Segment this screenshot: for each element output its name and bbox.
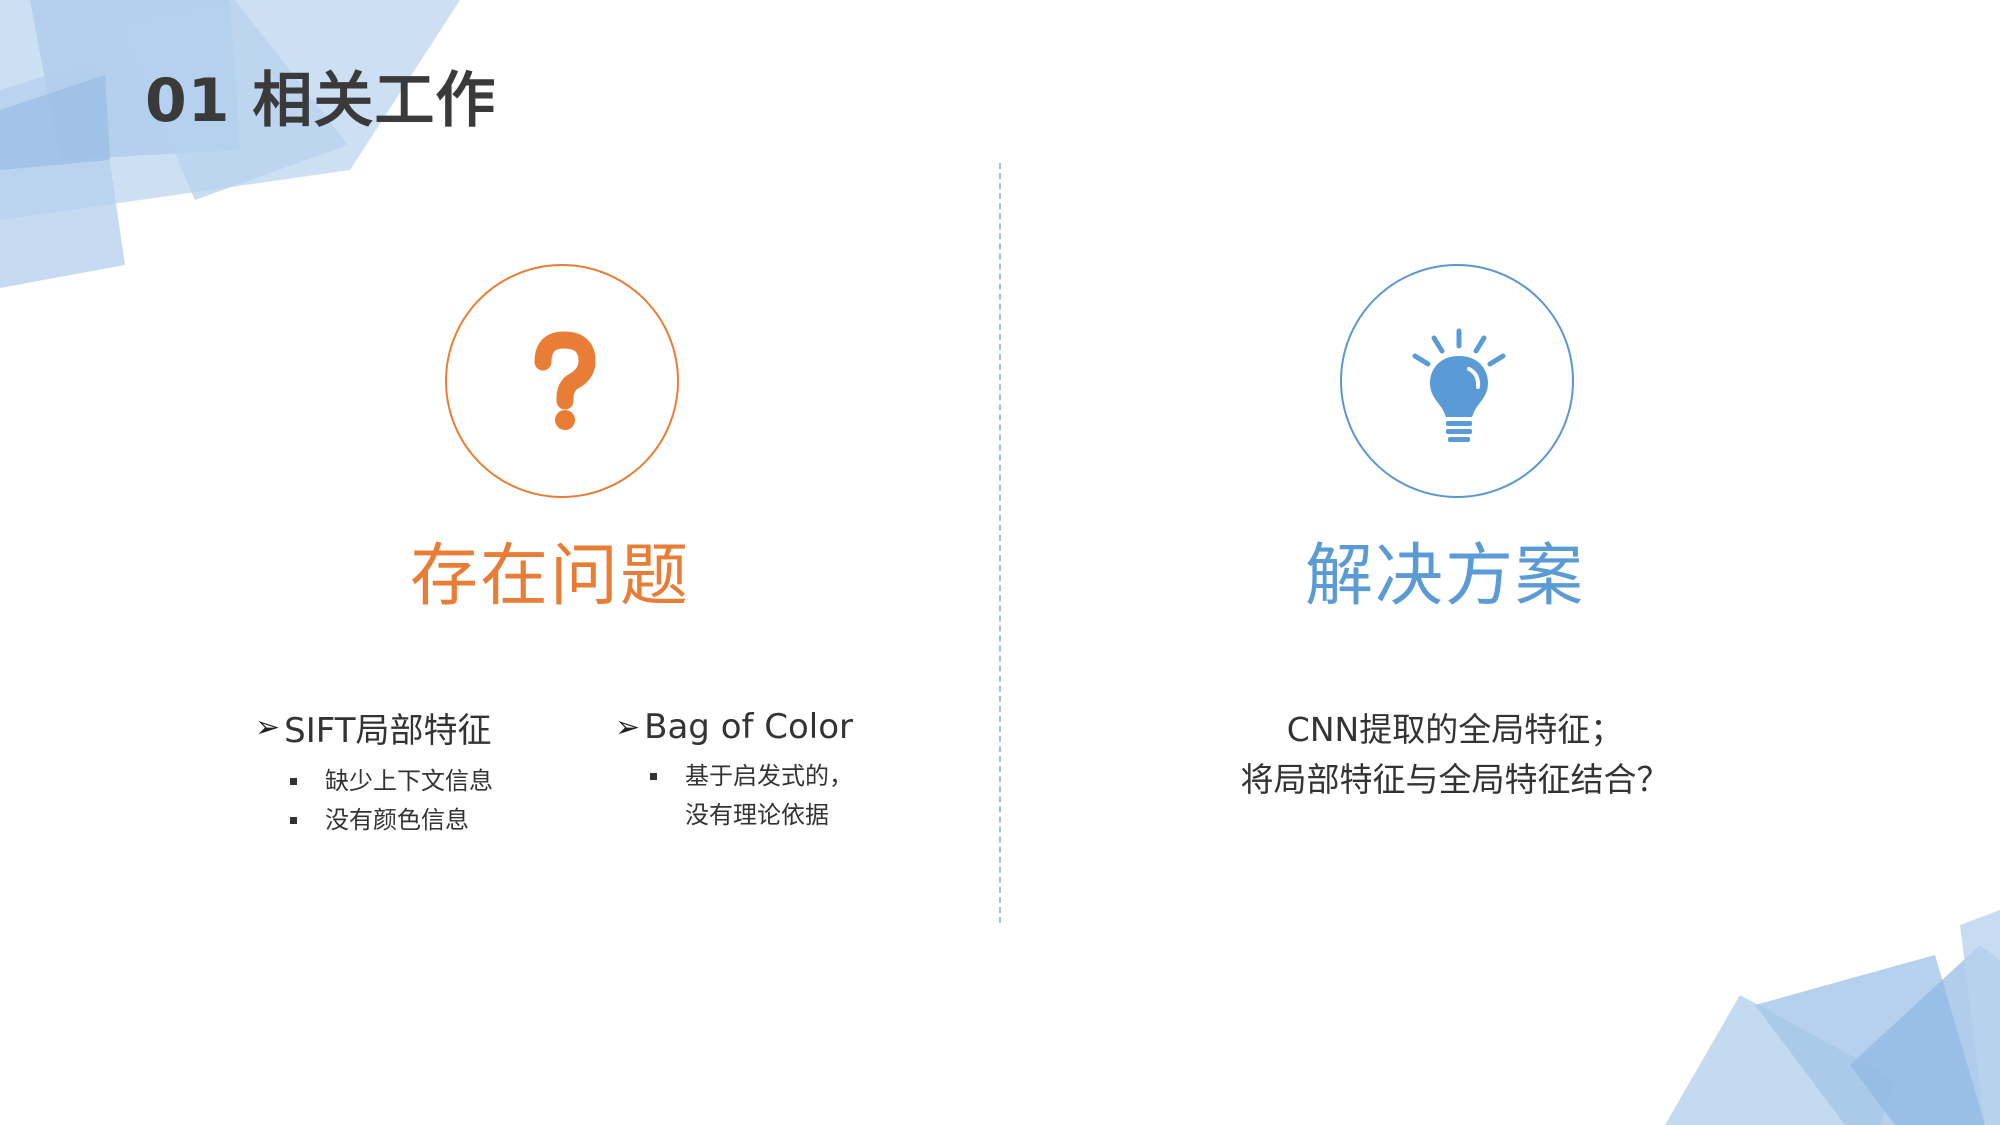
solution-icon-circle <box>1340 264 1574 498</box>
problem-group-sift: ➢ SIFT局部特征 缺少上下文信息 没有颜色信息 <box>255 703 575 840</box>
square-bullet-icon <box>290 817 297 824</box>
arrow-bullet-icon: ➢ <box>255 710 281 745</box>
solution-text: CNN提取的全局特征； 将局部特征与全局特征结合？ <box>1150 705 1760 805</box>
group-title-text: SIFT局部特征 <box>284 711 492 751</box>
center-divider <box>999 163 1001 923</box>
group-title-text: Bag of Color <box>644 707 854 747</box>
solution-line: 将局部特征与全局特征结合？ <box>1240 760 1670 799</box>
group-title: ➢ Bag of Color <box>615 707 915 747</box>
question-mark-icon <box>534 331 596 430</box>
bottom-right-squares <box>1665 910 2000 1125</box>
list-item-text: 基于启发式的，没有理论依据 <box>685 762 853 829</box>
list-item-text: 缺少上下文信息 <box>325 767 493 795</box>
square-bullet-icon <box>290 778 297 785</box>
list-item: 没有颜色信息 <box>290 801 575 840</box>
problem-heading: 存在问题 <box>409 537 691 616</box>
lightbulb-icon <box>1412 328 1506 442</box>
arrow-bullet-icon: ➢ <box>615 709 641 745</box>
problem-icon-circle <box>445 264 679 498</box>
solution-heading: 解决方案 <box>1304 537 1586 616</box>
top-left-squares <box>0 0 460 288</box>
sub-list: 缺少上下文信息 没有颜色信息 <box>255 762 575 840</box>
sub-list: 基于启发式的，没有理论依据 <box>615 757 860 835</box>
square-bullet-icon <box>650 773 657 780</box>
solution-line: CNN提取的全局特征； <box>1286 710 1624 749</box>
list-item-text: 没有颜色信息 <box>325 806 469 834</box>
list-item: 缺少上下文信息 <box>290 762 575 801</box>
group-title: ➢ SIFT局部特征 <box>255 703 575 752</box>
problem-group-bag-of-color: ➢ Bag of Color 基于启发式的，没有理论依据 <box>615 707 915 835</box>
list-item: 基于启发式的，没有理论依据 <box>650 757 860 835</box>
page-title: 01 相关工作 <box>145 66 497 136</box>
